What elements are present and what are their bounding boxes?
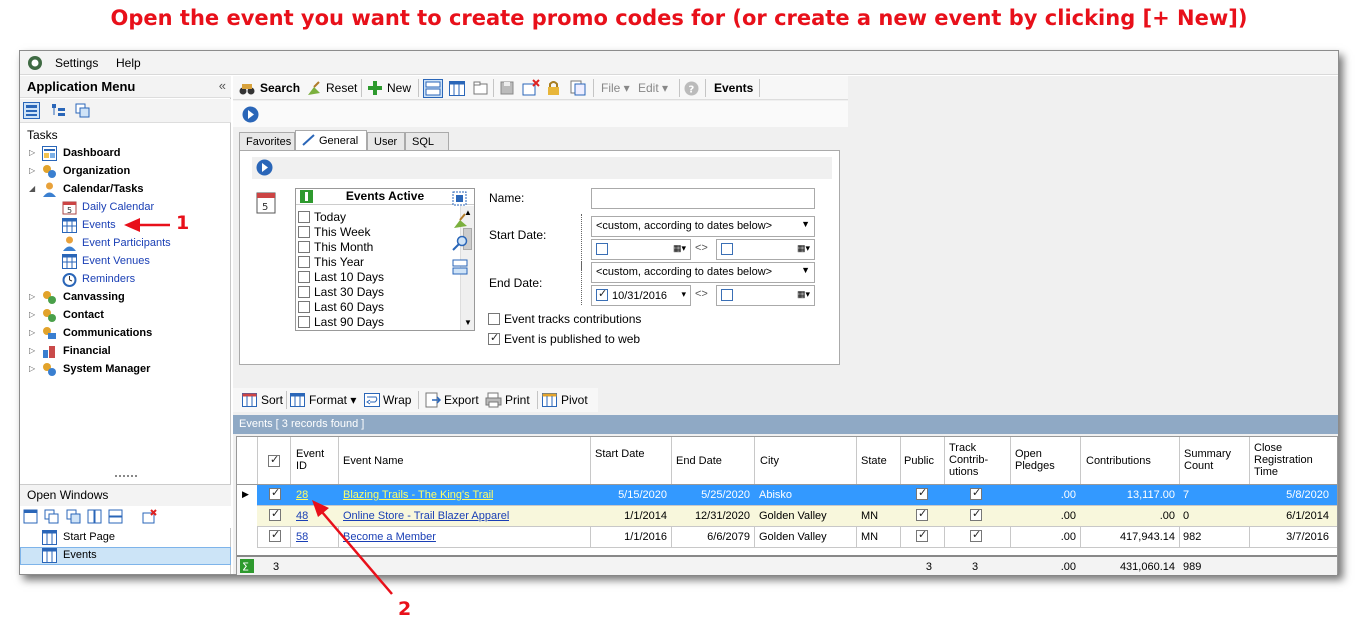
arrow-2 [312,500,393,595]
annotation-number-1: 1 [176,212,190,234]
annotation-number-2: 2 [398,598,412,620]
annotation-arrows [124,218,393,595]
arrow-1 [124,218,170,232]
